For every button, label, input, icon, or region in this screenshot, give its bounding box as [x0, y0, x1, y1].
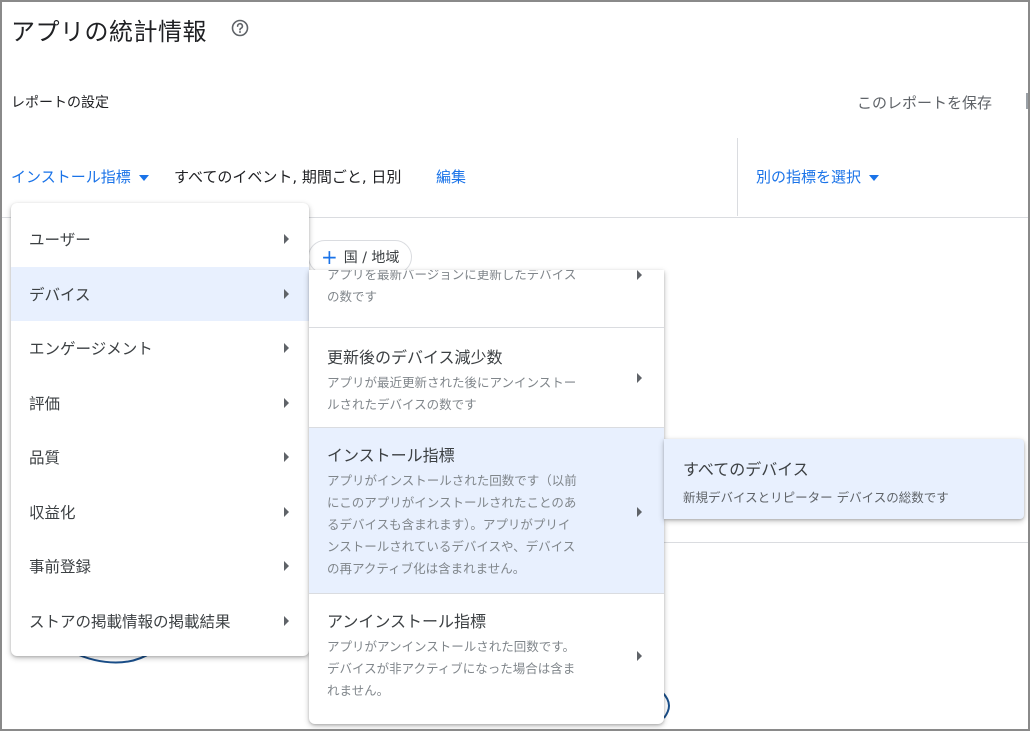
install-metric-option-all-devices[interactable]: すべてのデバイス 新規デバイスとリピーター デバイスの総数です	[664, 439, 1024, 519]
menu-item-store-listing-performance[interactable]: ストアの掲載情報の掲載結果	[11, 594, 309, 649]
menu-item-users[interactable]: ユーザー	[11, 212, 309, 267]
app-window: アプリの統計情報 レポートの設定 このレポートを保存 インストール指標 すべての…	[0, 0, 1030, 731]
submenu-item-title: インストール指標	[327, 446, 455, 465]
chevron-right-icon	[284, 452, 289, 463]
submenu-item-desc-line: れません。	[327, 683, 390, 698]
device-metric-submenu: アプリを最新バージョンに更新したデバイス の数です 更新後のデバイス減少数 アプ…	[309, 270, 664, 724]
chevron-right-icon	[284, 615, 289, 626]
submenu-item-device-loss-after-update[interactable]: 更新後のデバイス減少数 アプリが最近更新された後にアンインストー ルされたデバイ…	[309, 328, 664, 428]
option-description: 新規デバイスとリピーター デバイスの総数です	[683, 490, 949, 505]
menu-item-label: 評価	[29, 394, 61, 413]
chevron-right-icon	[284, 343, 289, 354]
submenu-item-desc-line: にこのアプリがインストールされたことのあ	[327, 495, 577, 510]
submenu-item-desc-line: の再アクティブ化は含まれません。	[327, 561, 526, 576]
option-title: すべてのデバイス	[683, 460, 809, 479]
submenu-item-desc-line: デバイスが非アクティブになった場合は含ま	[327, 661, 576, 676]
chevron-right-icon	[637, 651, 642, 661]
submenu-item-desc-line: アプリがインストールされた回数です（以前	[327, 473, 577, 488]
submenu-item-desc-line: ンストールされているデバイスや、デバイス	[327, 539, 576, 554]
chevron-right-icon	[284, 561, 289, 572]
menu-item-pre-registration[interactable]: 事前登録	[11, 539, 309, 594]
chevron-right-icon	[284, 288, 289, 299]
menu-item-label: 品質	[29, 449, 61, 468]
menu-item-label: 収益化	[29, 503, 76, 522]
submenu-item-desc-line: アプリがアンインストールされた回数です。	[327, 639, 576, 654]
submenu-item-updated-devices[interactable]: アプリを最新バージョンに更新したデバイス の数です	[309, 270, 664, 328]
chevron-right-icon	[637, 507, 642, 517]
submenu-item-desc-line: の数です	[327, 289, 378, 304]
menu-item-label: エンゲージメント	[29, 340, 153, 359]
chevron-right-icon	[637, 270, 642, 280]
metric-category-menu: ユーザー デバイス エンゲージメント 評価 品質 収益化 事前登録 ストアの掲載…	[11, 203, 309, 656]
submenu-item-desc-line: アプリを最新バージョンに更新したデバイス	[327, 270, 577, 282]
chevron-right-icon	[637, 373, 642, 383]
submenu-item-install-metrics[interactable]: インストール指標 アプリがインストールされた回数です（以前 にこのアプリがインス…	[309, 428, 664, 594]
chevron-right-icon	[284, 397, 289, 408]
menu-item-engagement[interactable]: エンゲージメント	[11, 321, 309, 376]
submenu-item-desc-line: るデバイスも含まれます）。アプリがプリイ	[327, 517, 571, 532]
chevron-right-icon	[284, 234, 289, 245]
menu-item-quality[interactable]: 品質	[11, 430, 309, 485]
submenu-item-uninstall-metrics[interactable]: アンインストール指標 アプリがアンインストールされた回数です。 デバイスが非アク…	[309, 594, 664, 724]
menu-item-label: デバイス	[29, 285, 91, 304]
menu-item-ratings[interactable]: 評価	[11, 376, 309, 431]
submenu-item-title: 更新後のデバイス減少数	[327, 348, 503, 367]
menu-item-devices[interactable]: デバイス	[11, 266, 309, 321]
submenu-item-title: アンインストール指標	[327, 612, 487, 631]
submenu-item-desc-line: アプリが最近更新された後にアンインストー	[327, 375, 577, 390]
menu-item-label: 事前登録	[29, 558, 92, 577]
submenu-item-desc-line: ルされたデバイスの数です	[327, 397, 477, 412]
menu-item-monetization[interactable]: 収益化	[11, 485, 309, 540]
menu-item-label: ストアの掲載情報の掲載結果	[29, 612, 231, 631]
chevron-right-icon	[284, 506, 289, 517]
menu-item-label: ユーザー	[29, 231, 91, 250]
